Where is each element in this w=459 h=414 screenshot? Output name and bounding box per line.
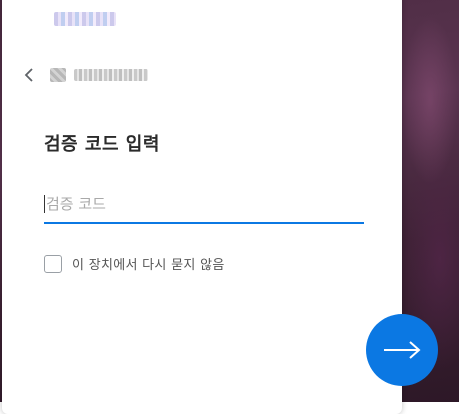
verification-card: 검증 코드 입력 이 장치에서 다시 묻지 않음 bbox=[2, 0, 402, 414]
code-field bbox=[44, 186, 364, 226]
remember-device-label: 이 장치에서 다시 묻지 않음 bbox=[72, 258, 225, 273]
next-button[interactable] bbox=[366, 314, 438, 386]
back-button[interactable] bbox=[20, 66, 38, 84]
verification-code-input[interactable] bbox=[44, 186, 364, 224]
logo bbox=[54, 12, 116, 26]
text-caret bbox=[44, 195, 45, 213]
remember-device-option[interactable]: 이 장치에서 다시 묻지 않음 bbox=[44, 254, 225, 273]
chevron-left-icon bbox=[24, 68, 33, 82]
account-name-redacted bbox=[74, 69, 148, 81]
page-title: 검증 코드 입력 bbox=[44, 134, 160, 155]
account-identity bbox=[50, 68, 148, 82]
account-avatar bbox=[50, 68, 66, 82]
remember-device-checkbox[interactable] bbox=[44, 254, 62, 273]
arrow-right-icon bbox=[384, 341, 421, 359]
